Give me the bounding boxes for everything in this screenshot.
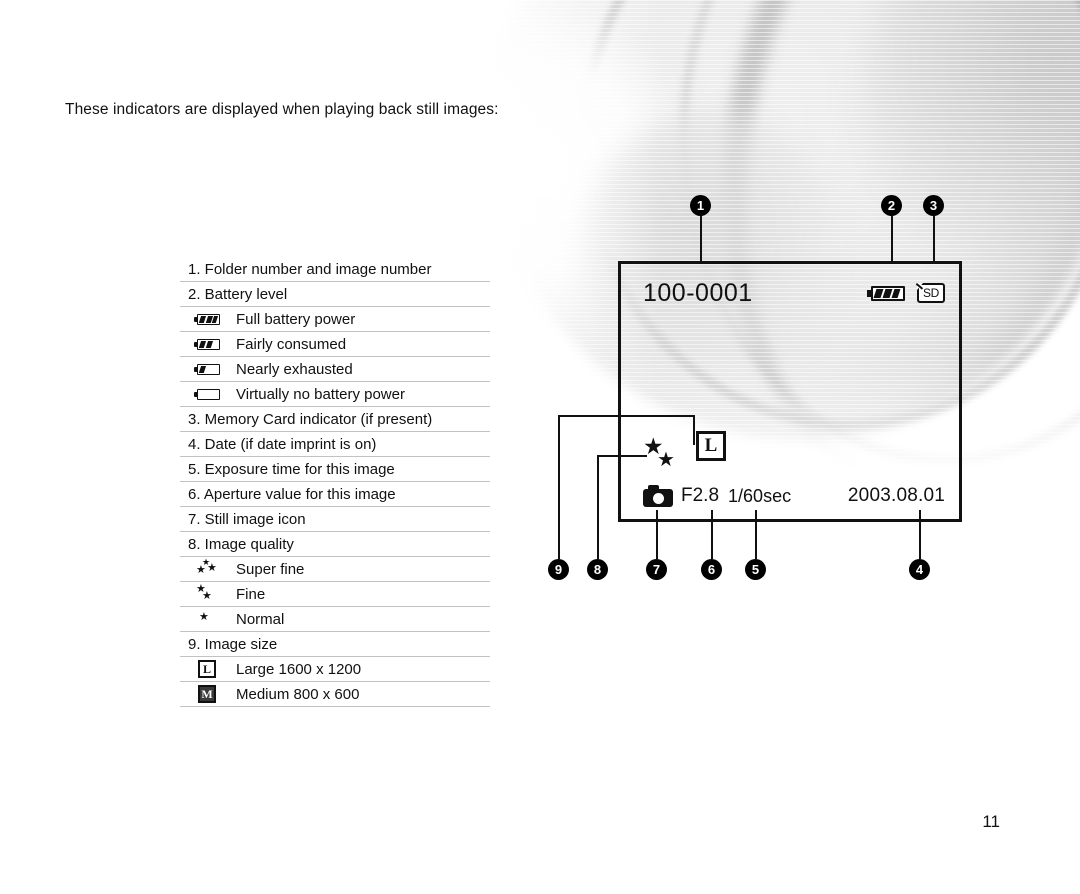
legend-label: Full battery power: [236, 310, 356, 328]
camera-icon: [643, 485, 673, 507]
lcd-status-icons: SD: [867, 283, 945, 303]
legend-row-battery-full: Full battery power: [180, 307, 490, 332]
indicator-legend-list: 1. Folder number and image number 2. Batt…: [180, 257, 490, 707]
size-large-icon: L: [696, 431, 726, 461]
callout-3: 3: [923, 195, 944, 216]
legend-row-quality-superfine: ★ ★ ★ Super fine: [180, 557, 490, 582]
legend-label: Virtually no battery power: [236, 385, 405, 403]
legend-row-quality-normal: ★ Normal: [180, 607, 490, 632]
date-value: 2003.08.01: [847, 485, 945, 506]
legend-label: 3. Memory Card indicator (if present): [188, 410, 433, 428]
lcd-top-row: 100-0001 SD: [643, 276, 945, 310]
callout-9-leader-drop: [693, 415, 695, 445]
intro-text: These indicators are displayed when play…: [65, 101, 499, 118]
legend-row-item-5: 5. Exposure time for this image: [180, 457, 490, 482]
one-star-icon: ★: [199, 611, 209, 623]
watermark-highlight-3: [860, 0, 1080, 300]
callout-1: 1: [690, 195, 711, 216]
callout-2-leader: [891, 216, 893, 264]
legend-label: 7. Still image icon: [188, 510, 306, 528]
battery-empty-icon: [184, 388, 230, 400]
legend-row-item-6: 6. Aperture value for this image: [180, 482, 490, 507]
page-number: 11: [982, 812, 1000, 831]
battery-full-icon: [867, 285, 905, 301]
callout-7-leader: [656, 510, 658, 559]
exposure-time-value: 1/60sec: [728, 485, 792, 506]
legend-row-item-4: 4. Date (if date imprint is on): [180, 432, 490, 457]
legend-label: Super fine: [236, 560, 305, 578]
legend-row-item-2: 2. Battery level: [180, 282, 490, 307]
size-large-icon: L: [184, 660, 230, 678]
size-medium-icon: M: [184, 685, 230, 703]
legend-row-battery-fairly: Fairly consumed: [180, 332, 490, 357]
legend-label: 1. Folder number and image number: [188, 260, 432, 278]
legend-row-item-8: 8. Image quality: [180, 532, 490, 557]
lcd-exif-line: F2.8 1/60sec 2003.08.01: [643, 483, 945, 509]
legend-row-item-7: 7. Still image icon: [180, 507, 490, 532]
callout-6-leader: [711, 510, 713, 559]
three-star-icon: ★ ★ ★: [196, 557, 217, 576]
two-star-icon: ★ ★: [196, 583, 212, 602]
callout-8: 8: [587, 559, 608, 580]
legend-row-battery-empty: Virtually no battery power: [180, 382, 490, 407]
legend-row-quality-fine: ★ ★ Fine: [180, 582, 490, 607]
legend-label: 5. Exposure time for this image: [188, 460, 395, 478]
legend-label: Nearly exhausted: [236, 360, 353, 378]
callout-9-leader-horizontal: [558, 415, 695, 417]
callout-9-leader-vertical: [558, 415, 560, 559]
legend-label: 8. Image quality: [188, 535, 294, 553]
legend-label: Normal: [236, 610, 285, 628]
legend-row-size-large: L Large 1600 x 1200: [180, 657, 490, 682]
legend-label: 2. Battery level: [188, 285, 288, 303]
callout-6: 6: [701, 559, 722, 580]
callout-7: 7: [646, 559, 667, 580]
legend-row-size-medium: M Medium 800 x 600: [180, 682, 490, 707]
callout-1-leader: [700, 216, 702, 264]
callout-5: 5: [745, 559, 766, 580]
camera-lcd-panel: 100-0001 SD ★★ L F2.8 1/60sec 2003.08.0: [618, 261, 962, 522]
callout-2: 2: [881, 195, 902, 216]
battery-full-icon: [184, 313, 230, 325]
callout-5-leader: [755, 510, 757, 559]
legend-label: 4. Date (if date imprint is on): [188, 435, 377, 453]
legend-row-battery-nearly: Nearly exhausted: [180, 357, 490, 382]
callout-8-leader-horizontal: [597, 455, 647, 457]
callout-8-leader-vertical: [597, 455, 599, 559]
callout-4: 4: [909, 559, 930, 580]
callout-3-leader: [933, 216, 935, 264]
file-number-display: 100-0001: [643, 278, 753, 307]
legend-label: Fine: [236, 585, 266, 603]
legend-row-item-9: 9. Image size: [180, 632, 490, 657]
legend-label: Large 1600 x 1200: [236, 660, 362, 678]
legend-label: 9. Image size: [188, 635, 278, 653]
battery-low-icon: [184, 363, 230, 375]
legend-label: Fairly consumed: [236, 335, 347, 353]
manual-page: These indicators are displayed when play…: [0, 0, 1080, 894]
legend-row-item-3: 3. Memory Card indicator (if present): [180, 407, 490, 432]
aperture-value: F2.8: [681, 485, 720, 506]
legend-row-item-1: 1. Folder number and image number: [180, 257, 490, 282]
memory-card-icon: SD: [917, 283, 945, 303]
callout-9: 9: [548, 559, 569, 580]
legend-label: 6. Aperture value for this image: [188, 485, 396, 503]
legend-label: Medium 800 x 600: [236, 685, 360, 703]
battery-two-thirds-icon: [184, 338, 230, 350]
callout-4-leader: [919, 510, 921, 559]
